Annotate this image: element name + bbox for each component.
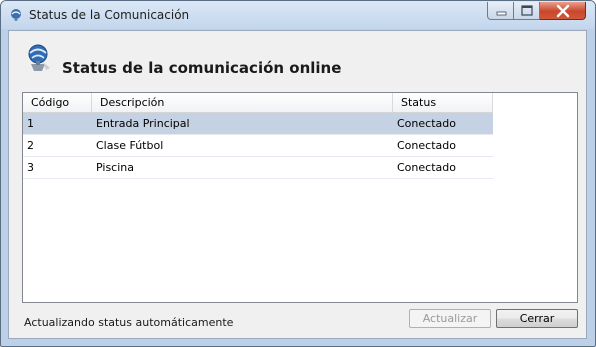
auto-update-status-text: Actualizando status automáticamente xyxy=(24,316,234,329)
cerrar-button[interactable]: Cerrar xyxy=(496,309,578,328)
cell-descripcion: Piscina xyxy=(96,161,134,174)
maximize-icon xyxy=(521,5,533,16)
column-header-descripcion[interactable]: Descripción xyxy=(92,93,393,112)
maximize-button[interactable] xyxy=(514,2,540,20)
cell-status: Conectado xyxy=(397,139,456,152)
close-icon xyxy=(556,4,570,18)
close-button[interactable] xyxy=(540,2,586,20)
page-title: Status de la comunicación online xyxy=(62,59,342,77)
dialog-content: Status de la comunicación online Código … xyxy=(8,30,587,339)
cell-descripcion: Clase Fútbol xyxy=(96,139,164,152)
table-header: Código Descripción Status xyxy=(23,93,493,113)
column-header-status[interactable]: Status xyxy=(393,93,493,112)
cell-status: Conectado xyxy=(397,117,456,130)
cell-codigo: 2 xyxy=(27,139,34,152)
app-icon xyxy=(11,9,21,21)
table-row[interactable]: 3 Piscina Conectado xyxy=(23,157,493,179)
cell-codigo: 3 xyxy=(27,161,34,174)
cell-codigo: 1 xyxy=(27,117,34,130)
window-title: Status de la Comunicación xyxy=(29,8,190,22)
minimize-button[interactable] xyxy=(487,2,514,20)
network-globe-icon xyxy=(28,44,50,71)
table-row[interactable]: 1 Entrada Principal Conectado xyxy=(23,113,493,135)
column-header-codigo[interactable]: Código xyxy=(23,93,92,112)
actualizar-button[interactable]: Actualizar xyxy=(409,309,491,328)
table-row[interactable]: 2 Clase Fútbol Conectado xyxy=(23,135,493,157)
dialog-window: Status de la Comunicación Status de la c… xyxy=(0,0,596,347)
title-bar[interactable]: Status de la Comunicación xyxy=(1,1,595,29)
minimize-icon xyxy=(496,11,507,16)
status-table[interactable]: Código Descripción Status 1 Entrada Prin… xyxy=(22,92,578,303)
cell-status: Conectado xyxy=(397,161,456,174)
cell-descripcion: Entrada Principal xyxy=(96,117,190,130)
